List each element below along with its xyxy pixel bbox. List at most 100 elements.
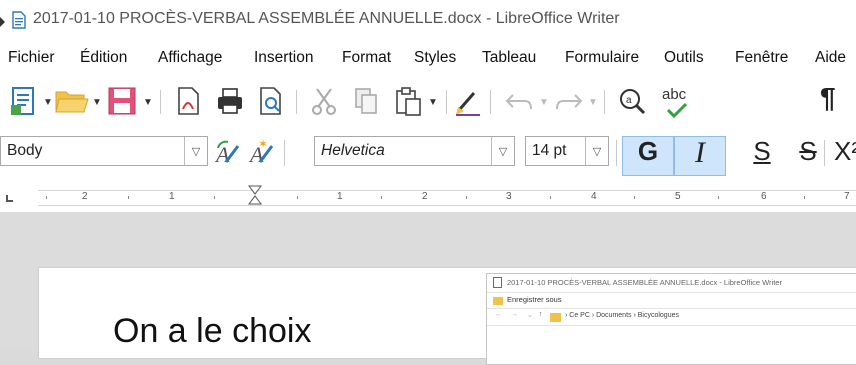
ruler-minor-tick [381, 196, 382, 199]
export-pdf-icon[interactable] [174, 85, 204, 117]
separator [616, 140, 617, 166]
chevron-down-icon[interactable]: ▼ [92, 97, 102, 108]
ruler-minor-tick [466, 196, 467, 199]
menu-edition[interactable]: Édition [80, 49, 127, 67]
formatting-marks-icon[interactable]: ¶ [820, 82, 836, 114]
ruler-tick-label: 1 [169, 191, 175, 202]
ruler-minor-tick [634, 196, 635, 199]
italic-button[interactable]: I [674, 136, 726, 174]
separator [160, 90, 161, 114]
chevron-down-icon[interactable]: ▽ [585, 137, 608, 165]
writer-document-icon [12, 11, 26, 29]
menu-styles[interactable]: Styles [414, 49, 456, 67]
spellcheck-label: abc [662, 86, 687, 103]
paragraph-style-value: Body [7, 142, 43, 159]
embedded-screenshot-image[interactable]: 2017-01-10 PROCÈS-VERBAL ASSEMBLÉE ANNUE… [486, 273, 856, 365]
ruler-tick-label: 4 [591, 191, 597, 202]
check-icon [666, 102, 688, 118]
ruler-tick-label: 7 [844, 191, 850, 202]
ruler-minor-tick [718, 196, 719, 199]
separator [824, 140, 825, 166]
up-arrow-icon: ↑ [539, 311, 543, 318]
find-replace-icon[interactable]: a [616, 85, 648, 117]
menu-formulaire[interactable]: Formulaire [565, 49, 639, 67]
folder-icon [493, 297, 503, 305]
superscript-button[interactable]: X² [834, 136, 856, 174]
redo-icon[interactable] [553, 85, 585, 117]
menu-affichage[interactable]: Affichage [158, 49, 222, 67]
ruler-tick-label: 6 [761, 191, 767, 202]
menu-aide[interactable]: Aide [815, 49, 846, 67]
menu-outils[interactable]: Outils [664, 49, 704, 67]
separator [284, 140, 285, 166]
embedded-toolbar-row [487, 325, 856, 338]
chevron-down-icon[interactable]: ▼ [539, 97, 549, 108]
undo-icon[interactable] [503, 85, 535, 117]
underline-button[interactable]: S [742, 136, 782, 174]
chevron-down-icon[interactable]: ▼ [43, 97, 53, 108]
font-size-value: 14 pt [532, 142, 567, 159]
ruler-minor-tick [214, 196, 215, 199]
title-bar: 2017-01-10 PROCÈS-VERBAL ASSEMBLÉE ANNUE… [0, 0, 856, 40]
horizontal-ruler: 2 1 1 2 3 4 5 6 7 [0, 178, 856, 212]
svg-text:A: A [214, 142, 230, 167]
font-size-select[interactable]: 14 pt ▽ [525, 136, 609, 166]
menu-bar: Fichier Édition Affichage Insertion Form… [0, 40, 856, 76]
document-text[interactable]: On a le choix [113, 312, 311, 351]
strikethrough-button[interactable]: S [788, 136, 828, 174]
chevron-down-icon[interactable]: ▽ [491, 137, 514, 165]
ruler-minor-tick [550, 196, 551, 199]
chevron-down-icon[interactable]: ▼ [143, 97, 153, 108]
menu-tableau[interactable]: Tableau [482, 49, 536, 67]
chevron-down-icon: ⌄ [527, 312, 533, 319]
cut-icon[interactable] [308, 85, 340, 117]
font-name-select[interactable]: Helvetica ▽ [314, 136, 515, 166]
spellcheck-button[interactable]: abc [660, 86, 696, 120]
new-document-icon[interactable] [8, 85, 40, 117]
update-style-icon[interactable]: A [214, 138, 242, 168]
ruler-tick-label: 2 [82, 191, 88, 202]
print-icon[interactable] [214, 85, 246, 117]
copy-icon[interactable] [350, 85, 382, 117]
chevron-down-icon[interactable]: ▼ [428, 97, 438, 108]
document-page[interactable]: On a le choix 2017-01-10 PROCÈS-VERBAL A… [38, 267, 856, 365]
document-workspace: On a le choix 2017-01-10 PROCÈS-VERBAL A… [0, 212, 856, 365]
embedded-window-title: 2017-01-10 PROCÈS-VERBAL ASSEMBLÉE ANNUE… [507, 278, 782, 287]
collapse-arrow-icon[interactable] [0, 17, 5, 27]
separator [296, 90, 297, 114]
new-style-icon[interactable]: A ✶ [248, 138, 278, 168]
separator [604, 90, 605, 114]
forward-arrow-icon: → [511, 311, 518, 318]
menu-fenetre[interactable]: Fenêtre [735, 49, 788, 67]
embedded-dialog-header: Enregistrer sous [487, 292, 856, 308]
menu-fichier[interactable]: Fichier [8, 49, 55, 67]
chevron-down-icon[interactable]: ▼ [588, 97, 598, 108]
indent-marker-icon[interactable] [248, 185, 262, 205]
menu-insertion[interactable]: Insertion [254, 49, 313, 67]
writer-document-icon [493, 277, 502, 288]
tab-stop-selector-icon[interactable] [6, 195, 13, 202]
chevron-down-icon[interactable]: ▽ [184, 137, 207, 165]
embedded-path: › Ce PC › Documents › Bicycologues [565, 312, 679, 319]
ruler-tick-label: 3 [506, 191, 512, 202]
clone-formatting-icon[interactable] [452, 85, 484, 117]
save-icon[interactable] [106, 85, 138, 117]
svg-text:a: a [626, 95, 632, 106]
paragraph-style-select[interactable]: Body ▽ [0, 136, 208, 166]
font-name-value: Helvetica [321, 142, 385, 159]
folder-icon [550, 313, 561, 322]
menu-format[interactable]: Format [342, 49, 391, 67]
print-preview-icon[interactable] [256, 85, 286, 117]
ruler-minor-tick [128, 196, 129, 199]
ruler-minor-tick [46, 196, 47, 199]
open-folder-icon[interactable] [54, 86, 90, 116]
back-arrow-icon: ← [495, 311, 502, 318]
separator [490, 90, 491, 114]
window-title: 2017-01-10 PROCÈS-VERBAL ASSEMBLÉE ANNUE… [33, 10, 620, 27]
paste-icon[interactable] [392, 85, 424, 117]
bold-button[interactable]: G [622, 136, 674, 174]
ruler-tick-label: 1 [337, 191, 343, 202]
embedded-dialog-title: Enregistrer sous [507, 295, 562, 304]
ruler-tick-label: 5 [675, 191, 681, 202]
ruler-track[interactable]: 2 1 1 2 3 4 5 6 7 [38, 185, 856, 206]
